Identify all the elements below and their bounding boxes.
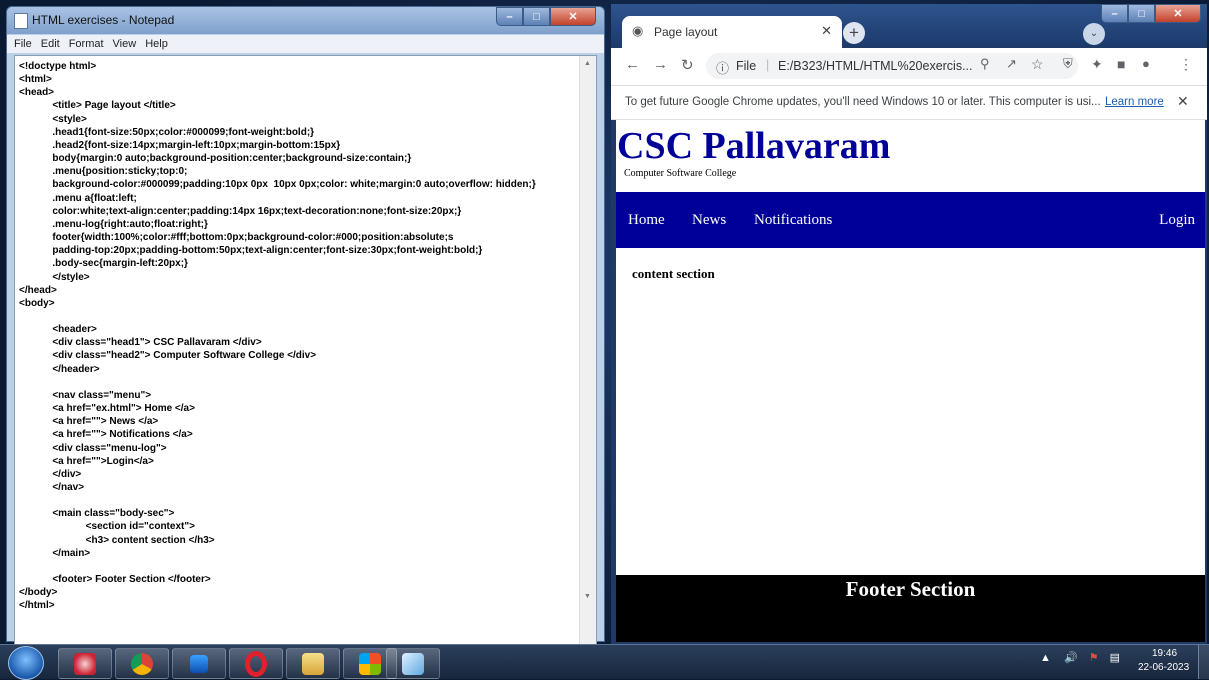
notepad-maximize-button[interactable]: □ xyxy=(523,7,550,26)
tab-search-button[interactable]: ⌄ xyxy=(1083,23,1105,45)
new-tab-button[interactable]: + xyxy=(843,22,865,44)
page-heading: CSC Pallavaram xyxy=(617,125,891,167)
start-orb-icon[interactable] xyxy=(8,646,44,680)
forward-icon[interactable]: → xyxy=(653,56,668,73)
nav-link-news[interactable]: News xyxy=(692,212,726,229)
notepad-icon xyxy=(402,652,424,675)
system-tray: ▲ 🔊 ⚑ ▤ xyxy=(1040,651,1120,664)
scheme-label: File xyxy=(736,59,757,73)
scroll-up-icon[interactable]: ▲ xyxy=(584,60,591,67)
address-bar[interactable]: ⓘ File | E:/B323/HTML/HTML%20exercis... xyxy=(706,53,1078,79)
info-icon[interactable]: ⓘ xyxy=(716,58,729,77)
tab-title: Page layout xyxy=(654,25,718,39)
extensions-puzzle-icon[interactable]: ✦ xyxy=(1091,56,1103,73)
page-footer: Footer Section xyxy=(616,575,1205,642)
notepad-close-button[interactable]: ✕ xyxy=(550,7,596,26)
notepad-title: HTML exercises - Notepad xyxy=(32,13,175,27)
clock-time[interactable]: 19:46 xyxy=(1152,648,1177,659)
bookmark-star-icon[interactable]: ☆ xyxy=(1031,56,1044,73)
taskbar-app-opera[interactable] xyxy=(229,648,283,679)
nav-link-login[interactable]: Login xyxy=(1159,212,1195,229)
menu-format[interactable]: Format xyxy=(69,38,104,50)
profile-avatar-icon[interactable]: ● xyxy=(1142,56,1150,71)
chrome-close-button[interactable]: ✕ xyxy=(1155,4,1201,23)
back-icon[interactable]: ← xyxy=(625,56,640,73)
page-subheading: Computer Software College xyxy=(624,168,737,179)
menu-edit[interactable]: Edit xyxy=(41,38,60,50)
share-icon[interactable]: ↗ xyxy=(1006,56,1017,72)
tray-expand-icon[interactable]: ▲ xyxy=(1040,652,1051,664)
taskbar-app-media[interactable] xyxy=(172,648,226,679)
page-viewport: CSC Pallavaram Computer Software College… xyxy=(616,120,1205,642)
chrome-minimize-button[interactable]: – xyxy=(1101,4,1128,23)
content-heading: content section xyxy=(632,266,715,281)
notepad-app-icon xyxy=(14,13,28,29)
notepad-scrollbar[interactable]: ▲ ▼ xyxy=(579,56,596,648)
infobar-text: To get future Google Chrome updates, you… xyxy=(625,96,1101,108)
notepad-menubar: File Edit Format View Help xyxy=(7,35,604,53)
side-panel-icon[interactable]: ■ xyxy=(1117,56,1125,72)
taskbar: ▲ 🔊 ⚑ ▤ 19:46 22-06-2023 xyxy=(0,644,1209,680)
menu-file[interactable]: File xyxy=(14,38,32,50)
show-desktop-button[interactable] xyxy=(1198,645,1209,679)
globe-icon: ◉ xyxy=(632,23,644,38)
taskbar-app-notepad[interactable] xyxy=(386,648,440,679)
winlogo-icon xyxy=(359,652,381,675)
address-url[interactable]: E:/B323/HTML/HTML%20exercis... xyxy=(778,59,973,73)
update-infobar: To get future Google Chrome updates, you… xyxy=(611,86,1207,120)
notepad-editor[interactable]: <!doctype html> <html> <head> <title> Pa… xyxy=(14,55,597,649)
chrome-maximize-button[interactable]: □ xyxy=(1128,4,1155,23)
zoom-icon[interactable]: ⚲ xyxy=(980,56,990,72)
notepad-text[interactable]: <!doctype html> <html> <head> <title> Pa… xyxy=(19,60,536,613)
nav-link-notifications[interactable]: Notifications xyxy=(754,212,832,229)
reload-icon[interactable]: ↻ xyxy=(681,56,694,74)
notepad-caption-buttons: – □ ✕ xyxy=(496,7,596,26)
tab-strip: ◉ Page layout ✕ + ⌄ – □ ✕ xyxy=(611,4,1207,48)
paint-icon xyxy=(74,652,96,675)
opera-icon xyxy=(245,650,267,677)
taskbar-app-explorer[interactable] xyxy=(286,648,340,679)
nav-link-home[interactable]: Home xyxy=(628,212,665,229)
menu-help[interactable]: Help xyxy=(145,38,168,50)
menu-dots-icon[interactable]: ⋮ xyxy=(1179,56,1193,73)
tab-page-layout[interactable]: ◉ Page layout ✕ xyxy=(622,16,842,48)
scroll-down-icon[interactable]: ▼ xyxy=(584,593,591,600)
page-nav-menu: Home News Notifications Login xyxy=(616,192,1205,248)
chrome-caption-buttons: – □ ✕ xyxy=(1101,4,1201,23)
media-icon xyxy=(190,654,208,673)
taskbar-app-chrome[interactable] xyxy=(115,648,169,679)
address-separator: | xyxy=(766,58,770,72)
clock-date[interactable]: 22-06-2023 xyxy=(1138,662,1189,673)
chrome-window: ◉ Page layout ✕ + ⌄ – □ ✕ ← → ↻ ⓘ File |… xyxy=(611,4,1207,644)
network-icon[interactable]: ▤ xyxy=(1110,652,1120,664)
shield-extension-icon[interactable]: ⛨ xyxy=(1063,56,1073,72)
notepad-window: HTML exercises - Notepad – □ ✕ File Edit… xyxy=(6,6,605,649)
infobar-close-icon[interactable]: ✕ xyxy=(1177,93,1189,110)
notepad-minimize-button[interactable]: – xyxy=(496,7,523,26)
notepad-titlebar[interactable]: HTML exercises - Notepad – □ ✕ xyxy=(7,7,604,34)
menu-view[interactable]: View xyxy=(113,38,137,50)
taskbar-app-paint[interactable] xyxy=(58,648,112,679)
action-center-flag-icon[interactable]: ⚑ xyxy=(1089,652,1099,664)
explorer-icon xyxy=(302,652,324,675)
browser-toolbar: ← → ↻ ⓘ File | E:/B323/HTML/HTML%20exerc… xyxy=(611,48,1207,86)
volume-icon[interactable]: 🔊 xyxy=(1064,652,1078,664)
learn-more-link[interactable]: Learn more xyxy=(1105,96,1164,108)
chrome-icon xyxy=(131,652,153,675)
footer-text: Footer Section xyxy=(845,577,976,601)
tab-close-icon[interactable]: ✕ xyxy=(821,23,832,39)
